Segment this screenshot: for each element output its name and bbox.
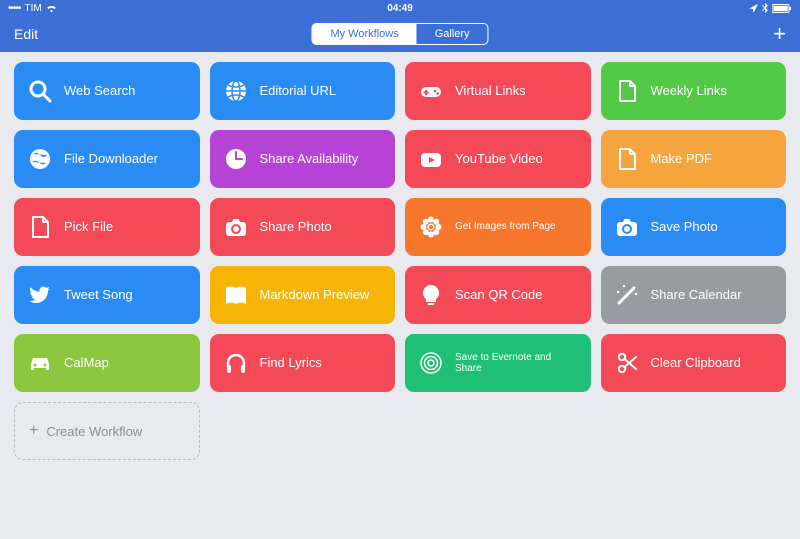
workflow-tile[interactable]: Save to Evernote and Share (405, 334, 591, 392)
wifi-icon (46, 4, 57, 13)
workflow-tile[interactable]: Web Search (14, 62, 200, 120)
tile-label: Share Availability (260, 152, 359, 167)
workflow-grid: Web Search Editorial URL Virtual Links Week… (0, 52, 800, 470)
headphones-icon (222, 349, 250, 377)
edit-button[interactable]: Edit (14, 26, 38, 42)
workflow-tile[interactable]: Pick File (14, 198, 200, 256)
tile-label: Save to Evernote and Share (455, 352, 579, 375)
workflow-tile[interactable]: Virtual Links (405, 62, 591, 120)
tile-label: Weekly Links (651, 84, 727, 99)
workflow-tile[interactable]: Weekly Links (601, 62, 787, 120)
play-icon (417, 145, 445, 173)
tile-label: Share Calendar (651, 288, 742, 303)
battery-icon (772, 4, 792, 13)
workflow-tile[interactable]: File Downloader (14, 130, 200, 188)
workflow-tile[interactable]: Share Photo (210, 198, 396, 256)
create-workflow-button[interactable]: + Create Workflow (14, 402, 200, 460)
tile-label: Save Photo (651, 220, 718, 235)
tile-label: Virtual Links (455, 84, 526, 99)
workflow-tile[interactable]: YouTube Video (405, 130, 591, 188)
workflow-tile[interactable]: Editorial URL (210, 62, 396, 120)
status-bar: TIM 04:49 (0, 0, 800, 16)
bluetooth-icon (762, 3, 768, 13)
workflow-tile[interactable]: Tweet Song (14, 266, 200, 324)
twitter-icon (26, 281, 54, 309)
tile-label: Scan QR Code (455, 288, 542, 303)
gamepad-icon (417, 77, 445, 105)
globe-icon (222, 77, 250, 105)
create-label: Create Workflow (46, 424, 142, 439)
tile-label: Find Lyrics (260, 356, 322, 371)
clock-icon (222, 145, 250, 173)
tile-label: File Downloader (64, 152, 158, 167)
flower-icon (417, 213, 445, 241)
tile-label: Get Images from Page (455, 221, 556, 233)
tile-label: Web Search (64, 84, 135, 99)
tab-gallery[interactable]: Gallery (417, 24, 488, 44)
plus-icon: + (29, 422, 38, 440)
tile-label: Make PDF (651, 152, 712, 167)
tile-label: Share Photo (260, 220, 332, 235)
status-right (749, 3, 792, 13)
tile-label: Tweet Song (64, 288, 133, 303)
camera-icon (222, 213, 250, 241)
document-icon (613, 77, 641, 105)
target-icon (417, 349, 445, 377)
document-icon (26, 213, 54, 241)
status-time: 04:49 (387, 3, 413, 14)
nav-header: Edit My Workflows Gallery + (0, 16, 800, 52)
tab-my-workflows[interactable]: My Workflows (312, 24, 416, 44)
car-icon (26, 349, 54, 377)
document-icon (613, 145, 641, 173)
tile-label: CalMap (64, 356, 109, 371)
tile-label: YouTube Video (455, 152, 543, 167)
book-icon (222, 281, 250, 309)
tile-label: Editorial URL (260, 84, 337, 99)
workflow-tile[interactable]: Markdown Preview (210, 266, 396, 324)
workflow-tile[interactable]: Get Images from Page (405, 198, 591, 256)
view-segmented-control: My Workflows Gallery (311, 23, 488, 45)
workflow-tile[interactable]: Find Lyrics (210, 334, 396, 392)
workflow-tile[interactable]: Save Photo (601, 198, 787, 256)
workflow-tile[interactable]: Scan QR Code (405, 266, 591, 324)
status-left: TIM (8, 3, 57, 14)
add-button[interactable]: + (773, 21, 786, 47)
search-icon (26, 77, 54, 105)
scissors-icon (613, 349, 641, 377)
workflow-tile[interactable]: Share Availability (210, 130, 396, 188)
workflow-tile[interactable]: CalMap (14, 334, 200, 392)
location-icon (749, 4, 758, 13)
signal-dots-icon (8, 3, 21, 14)
workflow-tile[interactable]: Clear Clipboard (601, 334, 787, 392)
camera-icon (613, 213, 641, 241)
wand-icon (613, 281, 641, 309)
tile-label: Clear Clipboard (651, 356, 741, 371)
bulb-icon (417, 281, 445, 309)
tile-label: Pick File (64, 220, 113, 235)
carrier-label: TIM (25, 3, 42, 14)
workflow-tile[interactable]: Share Calendar (601, 266, 787, 324)
tile-label: Markdown Preview (260, 288, 370, 303)
globe-alt-icon (26, 145, 54, 173)
workflow-tile[interactable]: Make PDF (601, 130, 787, 188)
